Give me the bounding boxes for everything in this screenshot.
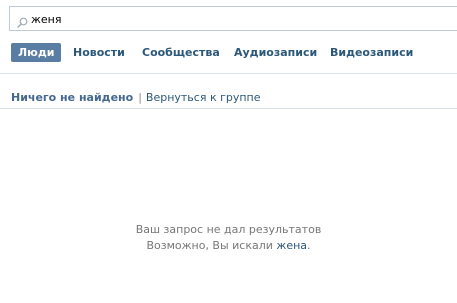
search-results-page: Люди Новости Сообщества Аудиозаписи Виде… (0, 0, 457, 303)
search-bar (0, 0, 457, 40)
search-tabs: Люди Новости Сообщества Аудиозаписи Виде… (0, 40, 457, 74)
back-to-group-link[interactable]: Вернуться к группе (146, 91, 261, 104)
suggestion-suffix: . (307, 239, 311, 252)
suggestion-prefix: Возможно, Вы искали (146, 239, 277, 252)
tab-video[interactable]: Видеозаписи (330, 43, 413, 62)
results-summary: Ничего не найдено | Вернуться к группе (11, 90, 261, 106)
tab-audio[interactable]: Аудиозаписи (234, 43, 317, 62)
tab-communities[interactable]: Сообщества (142, 43, 220, 62)
search-icon (17, 13, 28, 28)
search-box[interactable] (9, 6, 457, 31)
empty-results-message: Ваш запрос не дал результатов Возможно, … (0, 222, 457, 254)
tab-news[interactable]: Новости (73, 43, 125, 62)
search-input[interactable] (31, 10, 451, 28)
suggestion-line: Возможно, Вы искали жена. (0, 238, 457, 254)
summary-separator: | (138, 91, 142, 104)
tab-people[interactable]: Люди (11, 43, 62, 62)
no-results-text: Ваш запрос не дал результатов (135, 223, 322, 236)
divider (0, 108, 457, 109)
suggestion-link[interactable]: жена (276, 239, 307, 252)
results-summary-title: Ничего не найдено (11, 91, 134, 104)
